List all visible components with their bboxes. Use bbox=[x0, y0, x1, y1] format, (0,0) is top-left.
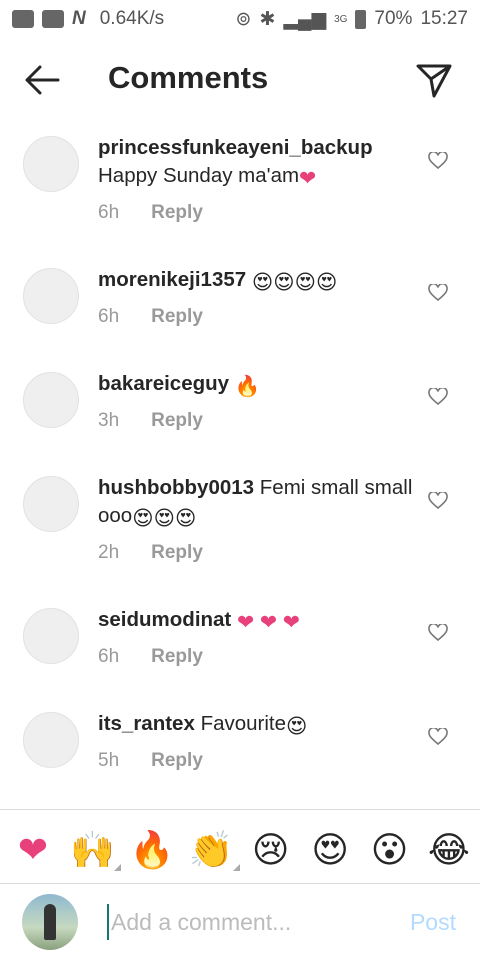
comment-age: 2h bbox=[98, 542, 120, 563]
comment-age: 6h bbox=[98, 202, 120, 223]
hotspot-icon: ⊚ bbox=[235, 8, 252, 30]
heart-emoji: ❤ bbox=[299, 167, 317, 190]
reply-button[interactable]: Reply bbox=[151, 646, 203, 668]
skin-tone-indicator bbox=[233, 864, 241, 871]
reaction-surprised-icon[interactable]: 😮 bbox=[369, 829, 411, 871]
reaction-crying-icon[interactable]: 😢 bbox=[250, 829, 292, 871]
heart-eyes-emoji: 😍 bbox=[286, 715, 308, 738]
comment-age: 6h bbox=[98, 646, 120, 667]
like-heart-icon[interactable] bbox=[428, 728, 448, 746]
reply-button[interactable]: Reply bbox=[151, 542, 203, 564]
comment-text: princessfunkeayeni_backup Happy Sunday m… bbox=[98, 134, 418, 193]
comment-username[interactable]: its_rantex bbox=[98, 712, 195, 735]
comment-message: Happy Sunday ma'am bbox=[98, 164, 300, 187]
comment-age: 3h bbox=[98, 410, 120, 431]
clock: 15:27 bbox=[420, 8, 468, 29]
comment-username[interactable]: princessfunkeayeni_backup bbox=[98, 136, 373, 159]
heart-eyes-emoji: 😍😍😍😍 bbox=[251, 271, 338, 294]
avatar[interactable] bbox=[23, 476, 79, 532]
reply-button[interactable]: Reply bbox=[151, 202, 203, 224]
reply-button[interactable]: Reply bbox=[151, 750, 203, 772]
comment-text: its_rantex Favourite😍 bbox=[98, 710, 418, 741]
fire-emoji: 🔥 bbox=[234, 375, 261, 398]
avatar[interactable] bbox=[23, 372, 79, 428]
comment-text: bakareiceguy 🔥 bbox=[98, 370, 418, 401]
reaction-raised-hands-glyph: 🙌 bbox=[70, 829, 115, 870]
reaction-heart-icon[interactable]: ❤ bbox=[12, 829, 54, 871]
bluetooth-icon: ✱ bbox=[259, 8, 276, 30]
avatar[interactable] bbox=[23, 268, 79, 324]
my-avatar[interactable] bbox=[22, 894, 78, 950]
avatar[interactable] bbox=[23, 712, 79, 768]
comment-composer: Post bbox=[0, 884, 480, 960]
status-bar: N 0.64K/s ⊚ ✱ ▂▄▆ 3G 70% 15:27 bbox=[0, 0, 480, 38]
comment-age: 5h bbox=[98, 750, 120, 771]
comment-message: Favourite bbox=[200, 712, 287, 735]
comment-meta: 3h Reply bbox=[98, 410, 203, 432]
reply-button[interactable]: Reply bbox=[151, 306, 203, 328]
network-speed: 0.64K/s bbox=[99, 8, 165, 29]
reaction-fire-icon[interactable]: 🔥 bbox=[129, 829, 174, 871]
skin-tone-indicator bbox=[114, 864, 122, 871]
comment-text: morenikeji1357 😍😍😍😍 bbox=[98, 266, 418, 297]
status-right: ⊚ ✱ ▂▄▆ 3G 70% 15:27 bbox=[236, 8, 468, 31]
comment-age: 6h bbox=[98, 306, 120, 327]
like-heart-icon[interactable] bbox=[428, 388, 448, 406]
comment-meta: 5h Reply bbox=[98, 750, 203, 772]
reaction-clap-icon[interactable]: 👏 bbox=[188, 829, 241, 871]
reaction-laughing-icon[interactable]: 😂 bbox=[428, 829, 470, 871]
header: Comments bbox=[0, 48, 480, 112]
comment-username[interactable]: bakareiceguy bbox=[98, 372, 229, 395]
reaction-heart-eyes-icon[interactable]: 😍 bbox=[309, 829, 351, 871]
comment-input[interactable] bbox=[107, 904, 387, 940]
heart-emoji: ❤ ❤ ❤ bbox=[236, 611, 300, 634]
comment-meta: 6h Reply bbox=[98, 306, 203, 328]
comment-meta: 2h Reply bbox=[98, 542, 203, 564]
network-type: 3G bbox=[334, 13, 348, 25]
post-button[interactable]: Post bbox=[410, 909, 456, 936]
like-heart-icon[interactable] bbox=[428, 152, 448, 170]
n-app-icon: N bbox=[72, 8, 86, 29]
battery-icon bbox=[355, 9, 367, 29]
divider bbox=[0, 809, 480, 810]
reaction-clap-glyph: 👏 bbox=[188, 829, 234, 870]
comment-text: hushbobby0013 Femi small small ooo😍😍😍 bbox=[98, 474, 418, 533]
back-arrow-icon[interactable] bbox=[22, 62, 62, 98]
like-heart-icon[interactable] bbox=[428, 284, 448, 302]
comment-meta: 6h Reply bbox=[98, 202, 203, 224]
notification-icons: N bbox=[12, 8, 86, 30]
reply-button[interactable]: Reply bbox=[151, 410, 203, 432]
send-icon[interactable] bbox=[414, 60, 454, 100]
quick-reactions-bar: ❤ 🙌 🔥 👏 😢 😍 😮 😂 bbox=[0, 822, 480, 878]
battery-percent: 70% bbox=[374, 8, 413, 29]
chat-icon bbox=[12, 10, 34, 28]
like-heart-icon[interactable] bbox=[428, 624, 448, 642]
signal-icon: ▂▄▆ bbox=[283, 8, 327, 30]
avatar-figure bbox=[44, 904, 56, 940]
comment-username[interactable]: hushbobby0013 bbox=[98, 476, 254, 499]
heart-eyes-emoji: 😍😍😍 bbox=[132, 507, 197, 530]
comment-username[interactable]: morenikeji1357 bbox=[98, 268, 246, 291]
like-heart-icon[interactable] bbox=[428, 492, 448, 510]
reaction-raised-hands-icon[interactable]: 🙌 bbox=[70, 829, 122, 871]
avatar[interactable] bbox=[23, 608, 79, 664]
comment-text: seidumodinat ❤ ❤ ❤ bbox=[98, 606, 418, 637]
comment-meta: 6h Reply bbox=[98, 646, 203, 668]
page-title: Comments bbox=[108, 60, 269, 95]
avatar[interactable] bbox=[23, 136, 79, 192]
comment-username[interactable]: seidumodinat bbox=[98, 608, 231, 631]
gmail-icon bbox=[42, 10, 64, 28]
